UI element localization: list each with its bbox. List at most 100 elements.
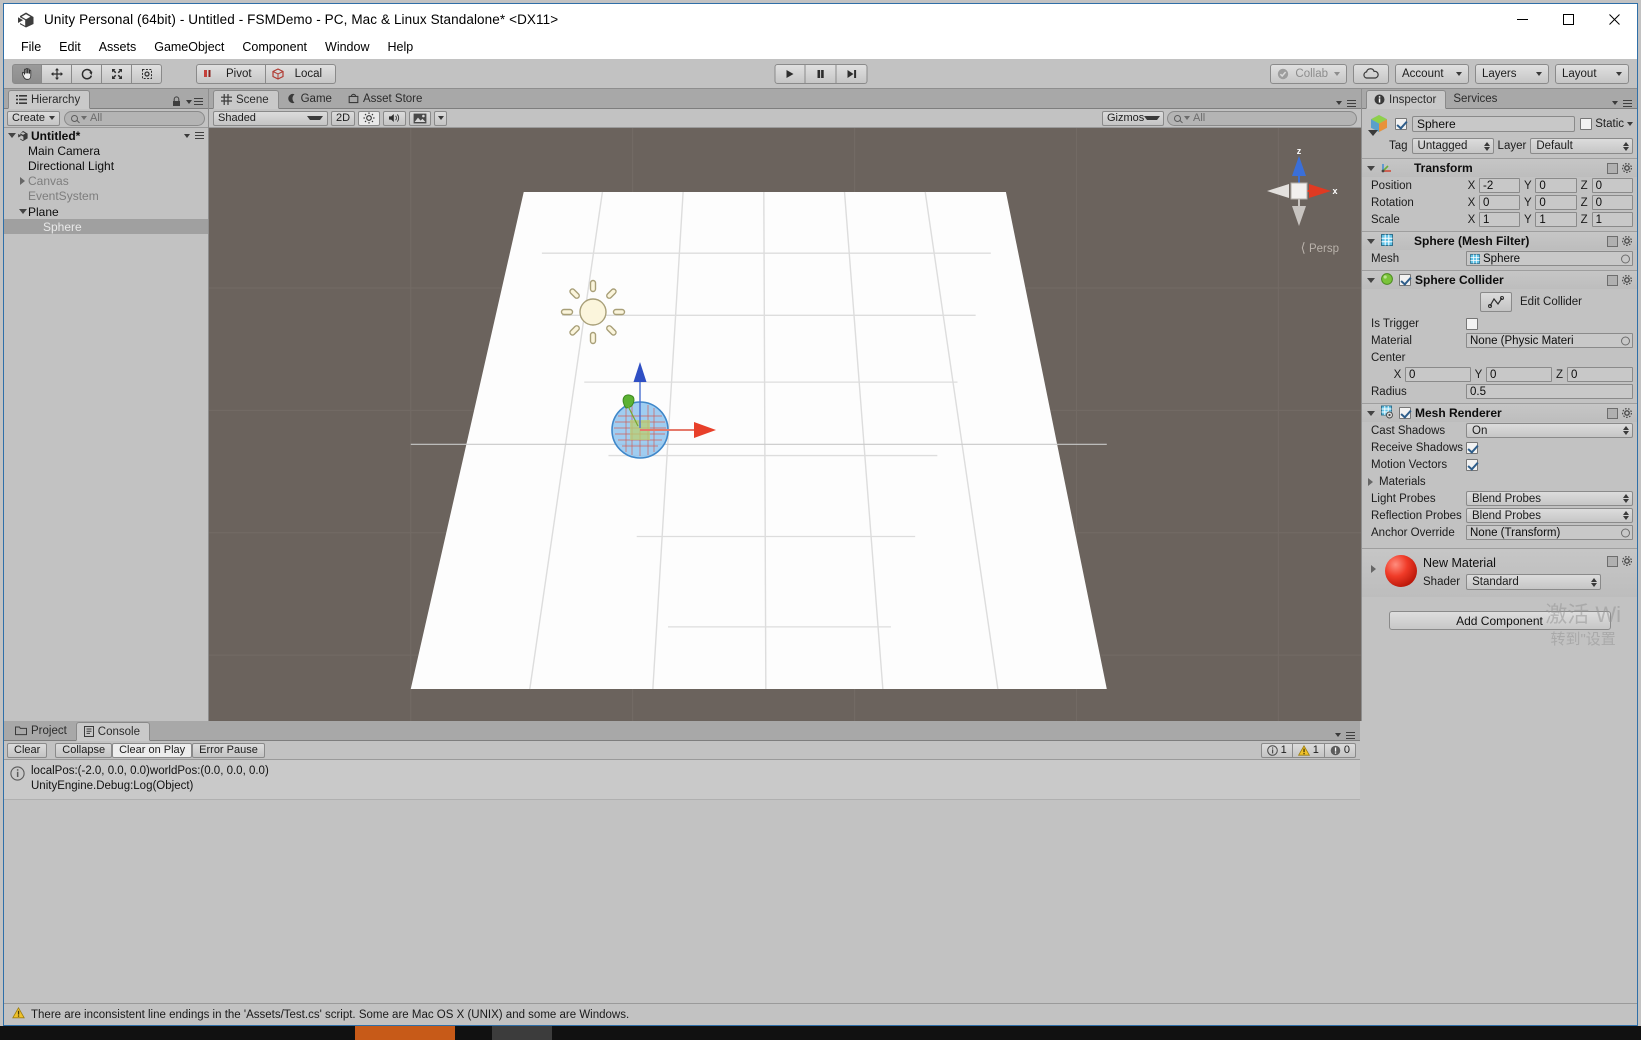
play-button[interactable] xyxy=(774,63,805,84)
cast-shadows-dropdown[interactable]: On xyxy=(1466,423,1633,438)
hierarchy-item-main-camera[interactable]: Main Camera xyxy=(4,143,208,158)
sphere-collider-foldout-arrow[interactable] xyxy=(1365,277,1376,283)
menu-edit[interactable]: Edit xyxy=(50,37,90,57)
mesh-renderer-enabled-checkbox[interactable] xyxy=(1399,407,1411,419)
scene-context-menu[interactable] xyxy=(184,131,204,140)
materials-row[interactable]: Materials xyxy=(1362,473,1637,490)
material-preset-icon[interactable] xyxy=(1607,555,1618,567)
console-info-count[interactable]: 1 xyxy=(1260,742,1293,758)
maximize-button[interactable] xyxy=(1545,4,1591,35)
scene-projection-label[interactable]: ⟨ Persp xyxy=(1301,240,1339,256)
transform-preset-icon[interactable] xyxy=(1607,162,1618,174)
step-button[interactable] xyxy=(836,63,867,84)
hierarchy-item-sphere[interactable]: Sphere xyxy=(4,219,208,235)
scene-expand-arrow[interactable] xyxy=(6,133,17,139)
hierarchy-search-input[interactable]: All xyxy=(64,110,205,126)
2d-toggle-button[interactable]: 2D xyxy=(331,110,356,126)
hierarchy-scene-root[interactable]: Untitled* xyxy=(4,128,208,143)
anchor-override-picker-icon[interactable] xyxy=(1621,528,1630,537)
transform-gear-icon[interactable] xyxy=(1621,162,1633,174)
sphere-collider-enabled-checkbox[interactable] xyxy=(1399,274,1411,286)
menu-assets[interactable]: Assets xyxy=(90,37,146,57)
hierarchy-item-directional-light[interactable]: Directional Light xyxy=(4,158,208,173)
scene-audio-toggle[interactable] xyxy=(383,110,407,126)
cloud-button[interactable] xyxy=(1353,63,1389,84)
scale-z-field[interactable]: 1 xyxy=(1591,212,1633,227)
scene-viewport[interactable]: z x ⟨ Persp xyxy=(209,128,1361,721)
hierarchy-menu-button[interactable] xyxy=(186,97,203,106)
console-clear-button[interactable]: Clear xyxy=(7,742,48,758)
materials-foldout-arrow[interactable] xyxy=(1365,477,1376,486)
collider-material-field[interactable]: None (Physic Materi xyxy=(1466,333,1633,348)
mesh-object-picker-icon[interactable] xyxy=(1621,254,1630,263)
mesh-filter-preset-icon[interactable] xyxy=(1607,235,1618,247)
gameobject-dropdown-caret-icon[interactable] xyxy=(1368,130,1378,136)
taskbar-item-active[interactable] xyxy=(355,1026,455,1040)
static-caret-icon[interactable] xyxy=(1627,122,1633,126)
static-toggle[interactable]: Static xyxy=(1580,118,1633,130)
mesh-renderer-foldout-arrow[interactable] xyxy=(1365,410,1376,416)
minimize-button[interactable] xyxy=(1499,4,1545,35)
rotation-x-field[interactable]: 0 xyxy=(1479,195,1521,210)
center-z-field[interactable]: 0 xyxy=(1567,367,1633,382)
component-header-sphere-collider[interactable]: Sphere Collider xyxy=(1362,270,1637,289)
hand-tool-button[interactable] xyxy=(12,63,42,84)
hierarchy-item-plane[interactable]: Plane xyxy=(4,204,208,219)
sphere-collider-gear-icon[interactable] xyxy=(1621,274,1633,286)
is-trigger-checkbox[interactable] xyxy=(1466,317,1478,330)
console-collapse-toggle[interactable]: Collapse xyxy=(55,742,113,758)
component-header-mesh-renderer[interactable]: Mesh Renderer xyxy=(1362,403,1637,422)
motion-vectors-checkbox[interactable] xyxy=(1466,458,1478,471)
receive-shadows-checkbox[interactable] xyxy=(1466,441,1478,454)
rotation-z-field[interactable]: 0 xyxy=(1591,195,1633,210)
taskbar-item-2[interactable] xyxy=(492,1026,552,1040)
pivot-toggle[interactable]: Pivot xyxy=(196,63,266,84)
console-log-list[interactable]: localPos:(-2.0, 0.0, 0.0)worldPos:(0.0, … xyxy=(4,760,1360,1003)
material-block[interactable]: New Material Shader Standard xyxy=(1362,548,1637,597)
layer-dropdown[interactable]: Default xyxy=(1530,138,1633,154)
scene-tab-menu[interactable] xyxy=(1336,99,1361,109)
hierarchy-tree[interactable]: Untitled* Main Camera Directional Light xyxy=(4,128,208,721)
collab-button[interactable]: Collab xyxy=(1270,63,1347,84)
console-tab-menu[interactable] xyxy=(1335,731,1360,741)
inspector-tab-menu[interactable] xyxy=(1612,99,1637,109)
tab-hierarchy[interactable]: Hierarchy xyxy=(8,90,91,109)
console-error-pause-toggle[interactable]: Error Pause xyxy=(192,742,265,758)
tab-inspector[interactable]: Inspector xyxy=(1366,90,1447,109)
sphere-collider-preset-icon[interactable] xyxy=(1607,274,1618,286)
rotate-tool-button[interactable] xyxy=(72,63,102,84)
scene-orientation-gizmo[interactable]: z x xyxy=(1259,146,1339,248)
radius-field[interactable]: 0.5 xyxy=(1466,384,1633,399)
menu-gameobject[interactable]: GameObject xyxy=(145,37,233,57)
rotation-y-field[interactable]: 0 xyxy=(1535,195,1577,210)
menu-help[interactable]: Help xyxy=(378,37,422,57)
status-bar[interactable]: There are inconsistent line endings in t… xyxy=(4,1003,1637,1025)
tab-services[interactable]: Services xyxy=(1446,89,1507,108)
rect-tool-button[interactable] xyxy=(132,63,162,84)
tab-scene[interactable]: Scene xyxy=(213,90,279,109)
scale-x-field[interactable]: 1 xyxy=(1479,212,1521,227)
component-header-mesh-filter[interactable]: Sphere (Mesh Filter) xyxy=(1362,231,1637,250)
scene-lighting-toggle[interactable] xyxy=(358,110,381,126)
mesh-object-field[interactable]: Sphere xyxy=(1466,251,1633,266)
position-y-field[interactable]: 0 xyxy=(1535,178,1577,193)
layout-button[interactable]: Layout xyxy=(1555,63,1629,84)
canvas-expand-arrow[interactable] xyxy=(17,177,28,186)
menu-file[interactable]: File xyxy=(12,37,50,57)
gameobject-name-field[interactable]: Sphere xyxy=(1412,116,1576,132)
menu-window[interactable]: Window xyxy=(316,37,378,57)
component-header-transform[interactable]: Transform xyxy=(1362,158,1637,177)
close-button[interactable] xyxy=(1591,4,1637,35)
tag-dropdown[interactable]: Untagged xyxy=(1411,138,1494,154)
anchor-override-field[interactable]: None (Transform) xyxy=(1466,525,1633,540)
center-x-field[interactable]: 0 xyxy=(1405,367,1471,382)
tab-console[interactable]: Console xyxy=(75,722,150,741)
mesh-filter-gear-icon[interactable] xyxy=(1621,235,1633,247)
shader-dropdown[interactable]: Standard xyxy=(1466,574,1601,590)
local-toggle[interactable]: Local xyxy=(265,63,337,84)
console-error-count[interactable]: 0 xyxy=(1324,742,1356,758)
hierarchy-item-canvas[interactable]: Canvas xyxy=(4,174,208,189)
position-z-field[interactable]: 0 xyxy=(1591,178,1633,193)
gizmos-dropdown[interactable]: Gizmos xyxy=(1102,110,1164,126)
scale-tool-button[interactable] xyxy=(102,63,132,84)
